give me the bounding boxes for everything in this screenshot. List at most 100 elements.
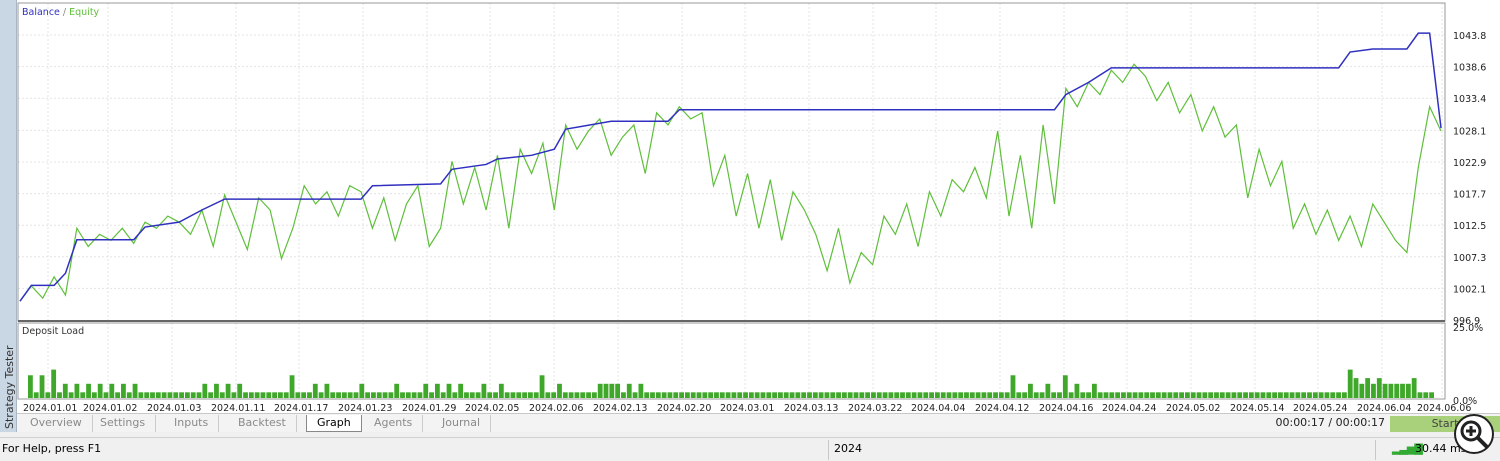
deposit-load-bar <box>80 392 86 398</box>
deposit-load-bar <box>429 392 434 398</box>
deposit-load-bar <box>865 392 871 398</box>
deposit-load-bar <box>1057 392 1062 398</box>
deposit-load-bar <box>1248 392 1254 398</box>
deposit-load-bar <box>231 392 237 398</box>
deposit-load-bar <box>998 392 1004 398</box>
deposit-load-bar <box>615 383 621 398</box>
deposit-load-bar <box>1068 392 1074 398</box>
deposit-load-bar <box>144 392 150 398</box>
deposit-y-tick: 25.0% <box>1453 323 1483 334</box>
deposit-load-bar <box>219 392 225 398</box>
deposit-load-bar <box>388 392 394 398</box>
deposit-load-bar <box>743 392 748 398</box>
deposit-load-bar <box>1150 392 1155 398</box>
deposit-load-bar <box>644 392 650 398</box>
deposit-load-bar <box>1307 392 1312 398</box>
deposit-load-bar <box>591 392 597 398</box>
deposit-load-bar <box>266 392 272 398</box>
deposit-load-bar <box>539 375 545 398</box>
chart-svg: Balance / Equity Deposit Load 1043.8 1038… <box>17 2 1486 414</box>
deposit-load-bar <box>557 383 562 398</box>
deposit-load-bar <box>1411 378 1417 398</box>
deposit-load-bar <box>516 392 522 398</box>
deposit-load-bar <box>545 392 551 398</box>
deposit-load-bar <box>394 383 400 398</box>
deposit-load-bar <box>841 392 847 398</box>
deposit-load-bar <box>1341 392 1347 398</box>
tab-overview[interactable]: Overview <box>20 415 93 432</box>
deposit-load-bar <box>1394 383 1400 398</box>
status-bar: For Help, press F1 2024 ▂▃▅▇ 30.44 ms <box>0 437 1500 461</box>
deposit-load-bar <box>301 392 307 398</box>
deposit-load-bar <box>1080 392 1086 398</box>
deposit-load-bar <box>830 392 836 398</box>
y-tick-label: 1002.1 <box>1453 284 1486 295</box>
deposit-load-bar <box>934 392 940 398</box>
deposit-load-bar <box>1103 392 1109 398</box>
deposit-load-bar <box>400 392 405 398</box>
deposit-load-bar <box>68 392 74 398</box>
balance-line <box>19 32 1442 302</box>
deposit-load-bar <box>225 383 231 398</box>
deposit-load-bar <box>179 392 184 398</box>
deposit-load-bar <box>1376 378 1382 398</box>
deposit-load-bar <box>109 383 115 398</box>
y-tick-label: 1022.9 <box>1453 158 1486 169</box>
deposit-load-bar <box>190 392 196 398</box>
strategy-tester-sidebar: Strategy Tester <box>0 0 17 432</box>
deposit-load-bar <box>1045 383 1051 398</box>
deposit-load-bar <box>91 392 97 398</box>
deposit-load-title: Deposit Load <box>22 326 84 337</box>
deposit-load-bar <box>1266 392 1272 398</box>
deposit-load-bar <box>975 392 981 398</box>
deposit-load-bar <box>1388 383 1394 398</box>
deposit-load-bar <box>464 392 469 398</box>
deposit-load-bar <box>1126 392 1132 398</box>
deposit-load-bar <box>318 392 324 398</box>
deposit-load-bar <box>853 392 859 398</box>
tab-journal[interactable]: Journal <box>432 415 492 432</box>
legend-balance: Balance <box>22 7 60 18</box>
deposit-load-bar <box>894 392 900 398</box>
deposit-load-bar <box>243 392 248 398</box>
y-tick-label: 1017.7 <box>1453 190 1486 201</box>
tab-agents[interactable]: Agents <box>364 415 424 432</box>
deposit-load-bar <box>365 392 371 398</box>
deposit-load-bar <box>74 383 80 398</box>
deposit-load-bar <box>1336 392 1341 398</box>
deposit-load-bar <box>1382 383 1388 398</box>
tab-graph[interactable]: Graph <box>306 415 362 432</box>
deposit-load-bar <box>173 392 179 398</box>
deposit-load-bar <box>702 392 708 398</box>
deposit-load-bar <box>731 392 737 398</box>
deposit-load-bar <box>603 383 609 398</box>
deposit-load-bar <box>208 392 214 398</box>
deposit-load-bar <box>725 392 731 398</box>
deposit-load-bar <box>51 369 57 398</box>
deposit-load-bar <box>1423 392 1429 398</box>
status-year: 2024 <box>834 442 862 455</box>
tab-settings[interactable]: Settings <box>90 415 157 432</box>
deposit-load-bar <box>237 383 243 398</box>
deposit-load-bar <box>621 392 626 398</box>
deposit-load-bar <box>801 392 807 398</box>
deposit-load-bar <box>690 392 696 398</box>
elapsed-time: 00:00:17 / 00:00:17 <box>1275 416 1385 429</box>
deposit-load-bar <box>1062 375 1068 398</box>
deposit-load-bar <box>859 392 865 398</box>
deposit-load-bar <box>638 383 644 398</box>
deposit-load-bar <box>522 392 528 398</box>
deposit-load-bar <box>376 392 382 398</box>
deposit-load-bar <box>97 383 103 398</box>
deposit-load-bar <box>353 392 359 398</box>
tab-backtest[interactable]: Backtest <box>228 415 297 432</box>
zoom-in-icon[interactable] <box>1454 414 1494 454</box>
deposit-load-bar <box>1097 392 1103 398</box>
tab-inputs[interactable]: Inputs <box>164 415 220 432</box>
deposit-load-bar <box>39 375 45 398</box>
deposit-load-bar <box>650 392 655 398</box>
deposit-load-bar <box>1138 392 1144 398</box>
y-tick-label: 1033.4 <box>1453 94 1486 105</box>
deposit-load-bar <box>737 392 743 398</box>
deposit-load-bar <box>871 392 876 398</box>
